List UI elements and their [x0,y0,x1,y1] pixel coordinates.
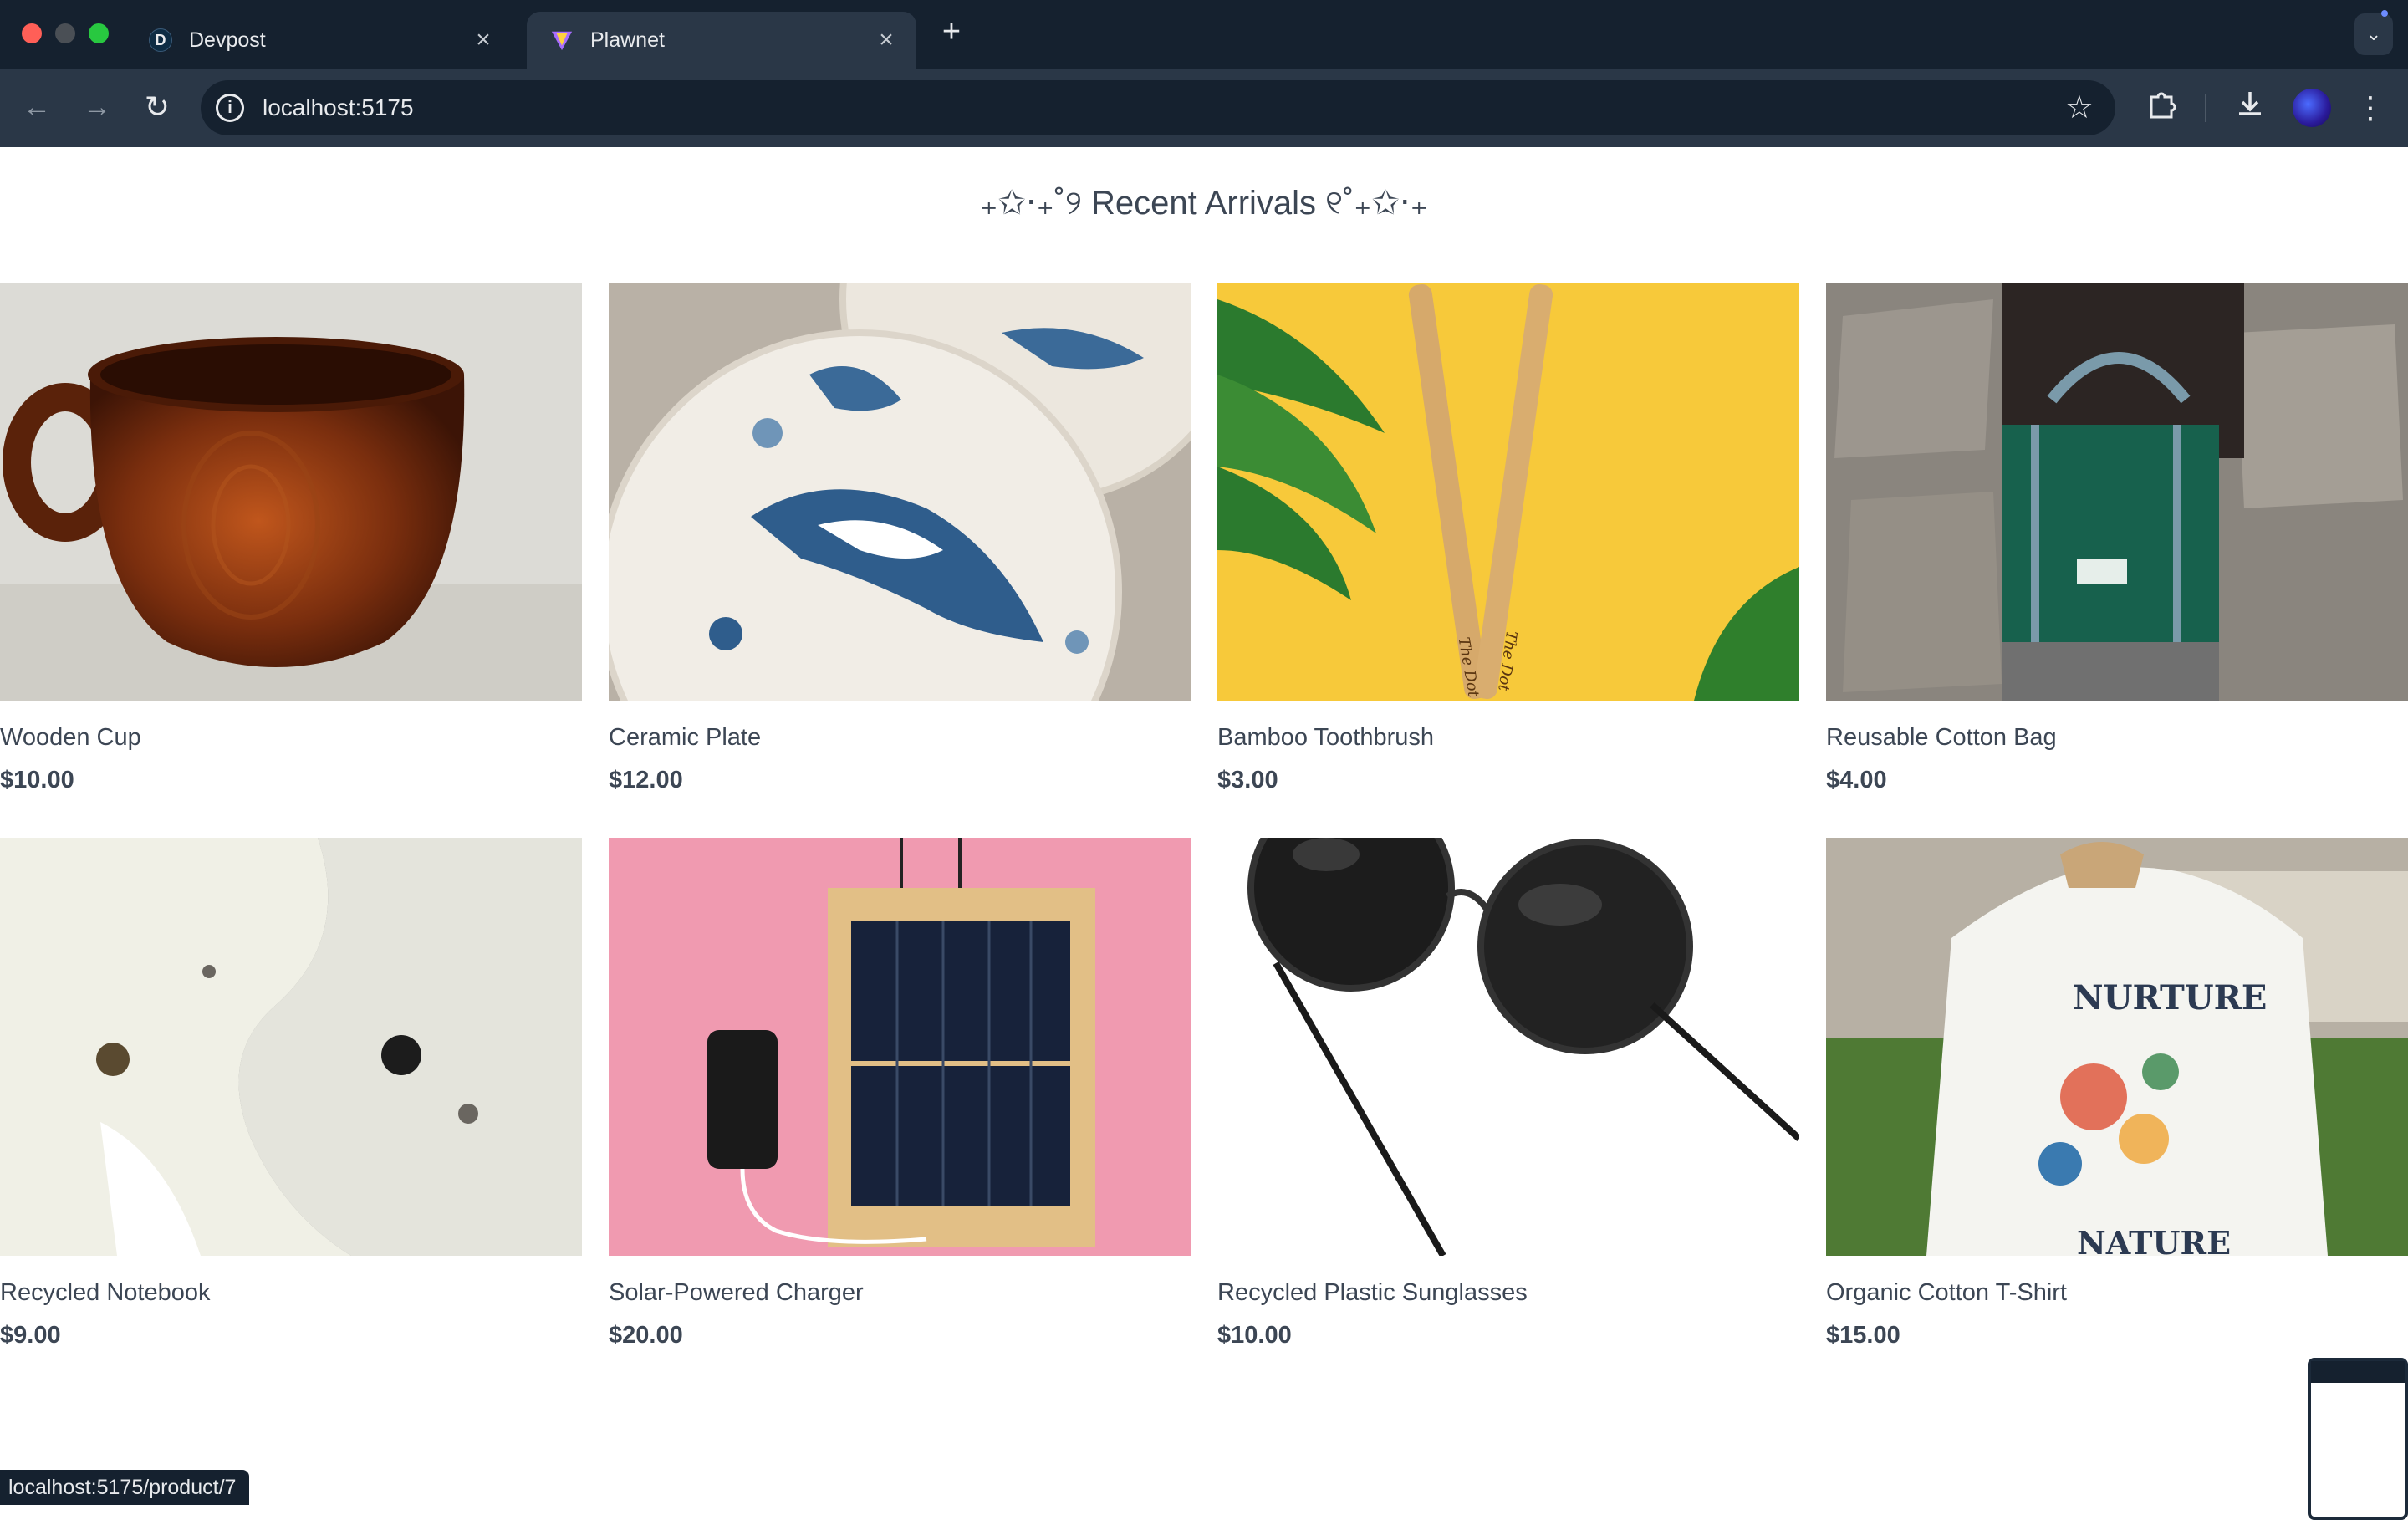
bamboo-toothbrush-image: The Dot The Dot [1217,283,1799,701]
maximize-window-button[interactable] [89,23,109,43]
product-price: $12.00 [609,767,683,793]
product-price: $3.00 [1217,767,1278,793]
close-window-button[interactable] [22,23,42,43]
ceramic-plate-image [609,283,1191,701]
close-tab-icon[interactable]: × [875,28,898,53]
reusable-cotton-bag-image [1826,283,2408,701]
new-tab-button[interactable]: + [935,15,968,48]
toolbar-divider [2205,94,2206,122]
product-price: $20.00 [609,1322,683,1349]
tab-label: Plawnet [590,28,665,52]
page-content: ₊✩‧₊˚୨ Recent Arrivals ୧˚₊✩‧₊ Wooden Cup… [0,147,2408,1520]
solar-charger-image [609,838,1191,1256]
browser-tab-bar: D Devpost × Plawnet × + ⌄ [0,0,2408,69]
product-name[interactable]: Ceramic Plate [609,724,1191,752]
shirt-print-bottom: NATURE [2077,1224,2231,1256]
tab-search-chevron-icon[interactable]: ⌄ [2354,13,2393,55]
product-card-ceramic-plate[interactable]: Ceramic Plate $12.00 [609,283,1191,794]
product-name[interactable]: Wooden Cup [0,724,582,752]
product-name[interactable]: Reusable Cotton Bag [1826,724,2408,752]
address-url[interactable]: localhost:5175 [263,80,414,135]
link-status-bar: localhost:5175/product/7 [0,1470,250,1505]
minimize-window-button[interactable] [55,23,75,43]
product-name[interactable]: Recycled Notebook [0,1279,582,1307]
product-price: $10.00 [0,767,74,793]
product-card-reusable-cotton-bag[interactable]: Reusable Cotton Bag $4.00 [1826,283,2408,794]
extensions-puzzle-icon[interactable] [2140,87,2182,129]
product-image-solar-powered-charger[interactable] [609,838,1191,1256]
recycled-notebook-image [0,838,582,1256]
close-tab-icon[interactable]: × [472,28,495,53]
product-name[interactable]: Recycled Plastic Sunglasses [1217,1279,1799,1307]
site-info-icon[interactable]: i [216,94,244,122]
product-image-wooden-cup[interactable] [0,283,582,701]
product-image-recycled-notebook[interactable] [0,838,582,1256]
product-price: $4.00 [1826,767,1887,793]
notification-dot [2381,10,2388,17]
tab-plawnet[interactable]: Plawnet × [527,12,916,69]
forward-arrow-icon[interactable]: → [77,87,117,127]
page-title: ₊✩‧₊˚୨ Recent Arrivals ୧˚₊✩‧₊ [980,185,1428,222]
tshirt-image: NURTURE NATURE [1826,838,2408,1256]
product-card-wooden-cup[interactable]: Wooden Cup $10.00 [0,283,582,794]
product-card-recycled-plastic-sunglasses[interactable]: Recycled Plastic Sunglasses $10.00 [1217,838,1799,1349]
back-arrow-icon[interactable]: ← [17,87,57,127]
product-card-recycled-notebook[interactable]: Recycled Notebook $9.00 [0,838,582,1349]
profile-avatar[interactable] [2293,89,2331,127]
tab-devpost[interactable]: D Devpost × [125,12,513,69]
wooden-cup-image [0,283,582,701]
product-card-organic-cotton-tshirt[interactable]: NURTURE NATURE Organic Cotton T-Shirt $1… [1826,838,2408,1349]
product-image-organic-cotton-tshirt[interactable]: NURTURE NATURE [1826,838,2408,1256]
shirt-print-top: NURTURE [2073,978,2267,1018]
product-image-reusable-cotton-bag[interactable] [1826,283,2408,701]
bookmark-star-icon[interactable]: ☆ [2065,90,2094,125]
floating-window-titlebar [2311,1361,2405,1383]
floating-window-thumbnail[interactable] [2308,1358,2408,1520]
vite-favicon-icon [550,28,574,52]
devpost-favicon-icon: D [149,28,172,52]
product-price: $15.00 [1826,1322,1900,1349]
reload-icon[interactable]: ↻ [137,87,177,127]
product-card-solar-powered-charger[interactable]: Solar-Powered Charger $20.00 [609,838,1191,1349]
product-image-ceramic-plate[interactable] [609,283,1191,701]
product-price: $10.00 [1217,1322,1292,1349]
kebab-menu-icon[interactable]: ⋮ [2349,87,2391,129]
address-bar[interactable]: i localhost:5175 ☆ [201,80,2115,135]
tab-label: Devpost [189,28,266,52]
product-image-recycled-plastic-sunglasses[interactable] [1217,838,1799,1256]
browser-toolbar: ← → ↻ i localhost:5175 ☆ ⋮ [0,69,2408,147]
product-image-bamboo-toothbrush[interactable]: The Dot The Dot [1217,283,1799,701]
product-name[interactable]: Solar-Powered Charger [609,1279,1191,1307]
sunglasses-image [1217,838,1799,1256]
product-price: $9.00 [0,1322,61,1349]
product-card-bamboo-toothbrush[interactable]: The Dot The Dot Bamboo Toothbrush $3.00 [1217,283,1799,794]
product-name[interactable]: Bamboo Toothbrush [1217,724,1799,752]
download-icon[interactable] [2229,87,2271,129]
product-name[interactable]: Organic Cotton T-Shirt [1826,1279,2408,1307]
